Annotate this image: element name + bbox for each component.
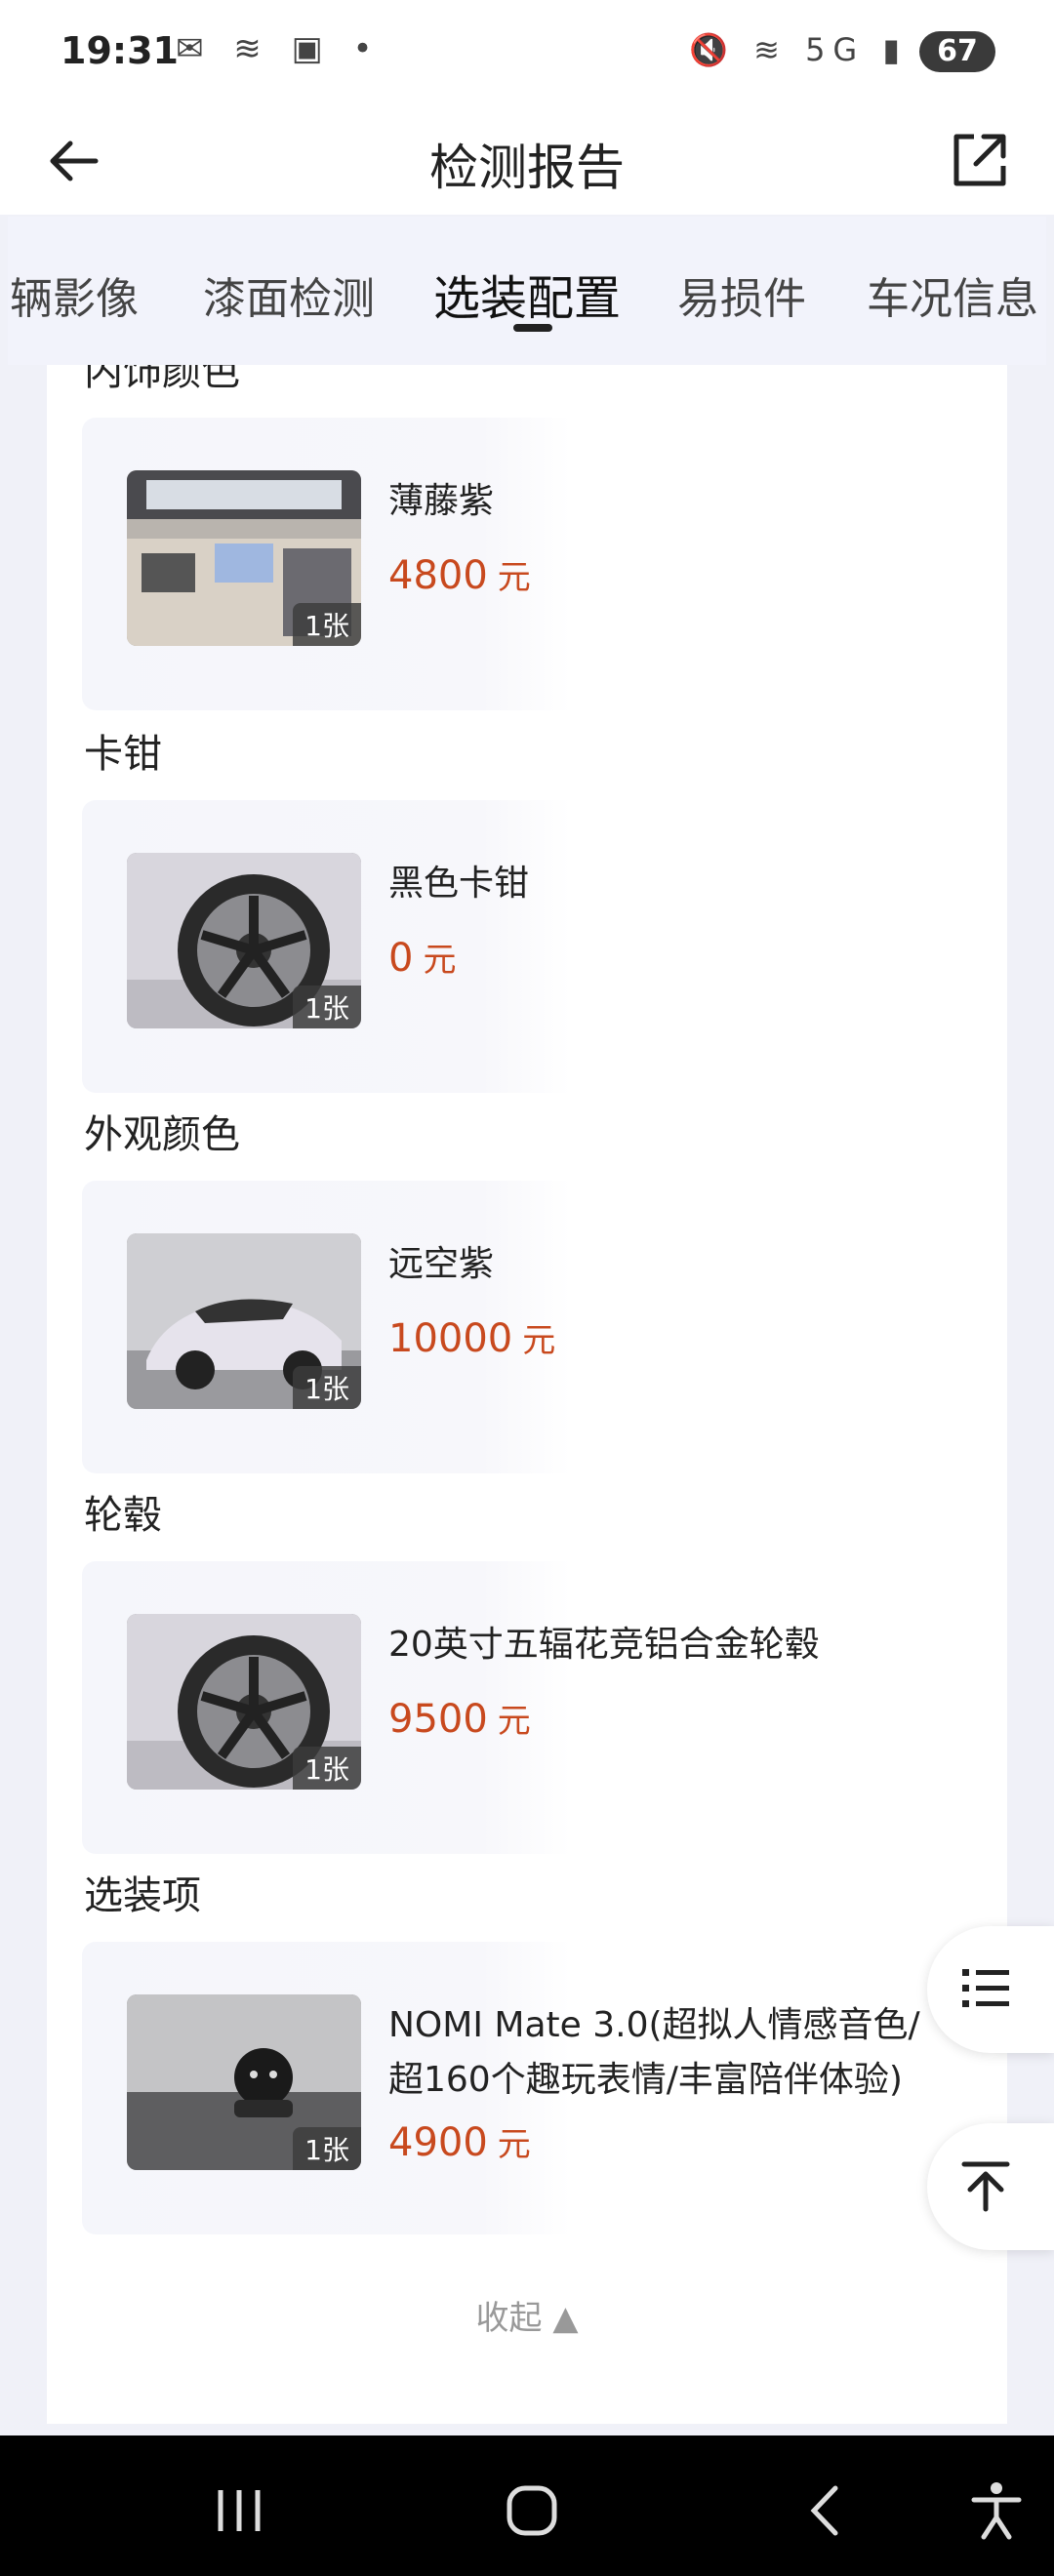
item-photo[interactable]: 1张 — [127, 1994, 361, 2170]
photo-count-badge: 1张 — [293, 1366, 361, 1409]
price-value: 9500 — [388, 1697, 488, 1742]
tab-vehicle-condition[interactable]: 车况信息 — [867, 263, 1038, 326]
price-unit: 元 — [423, 941, 457, 980]
item-price: 4900 元 — [388, 2117, 531, 2165]
section-title-interior-color: 内饰颜色 — [84, 365, 240, 394]
section-title-options: 选装项 — [84, 1873, 201, 1918]
photo-count-badge: 1张 — [293, 1747, 361, 1790]
app-header: 检测报告 — [0, 107, 1054, 215]
config-item-card[interactable]: 1张 薄藤紫 4800 元 — [82, 418, 970, 710]
list-fab[interactable] — [927, 1926, 1054, 2053]
signal-icons: 🔇 ≋ 5G ▮ — [689, 31, 908, 68]
battery-level: 67 — [937, 34, 978, 68]
price-value: 10000 — [388, 1316, 513, 1361]
page-title: 检测报告 — [429, 140, 625, 196]
price-value: 4800 — [388, 553, 488, 598]
item-price: 0元 — [388, 933, 456, 981]
item-photo[interactable]: 1张 — [127, 1233, 361, 1409]
price-unit: 元 — [522, 1321, 556, 1360]
notification-icons: ✉ ≋ ▣ • — [176, 29, 383, 68]
section-title-caliper: 卡钳 — [84, 732, 162, 777]
recent-apps-icon[interactable] — [205, 2476, 273, 2545]
item-name: 薄藤紫 — [388, 481, 495, 521]
active-tab-indicator — [513, 324, 552, 332]
item-name: 远空紫 — [388, 1244, 495, 1284]
item-price: 9500 元 — [388, 1694, 531, 1742]
back-to-top-fab[interactable] — [927, 2123, 1054, 2250]
price-value: 0 — [388, 936, 414, 981]
section-tabs: 辆影像 漆面检测 选装配置 易损件 车况信息 — [8, 217, 1046, 365]
price-value: 4900 — [388, 2120, 488, 2165]
status-bar: 19:31 ✉ ≋ ▣ • 🔇 ≋ 5G ▮ 67 — [0, 0, 1054, 107]
system-nav-bar — [0, 2435, 1054, 2576]
tab-optional-config[interactable]: 选装配置 — [433, 260, 621, 328]
item-name: 20英寸五辐花竞铝合金轮毂 — [388, 1625, 820, 1665]
item-photo[interactable]: 1张 — [127, 1614, 361, 1790]
item-photo[interactable]: 1张 — [127, 470, 361, 646]
config-item-card[interactable]: 1张 远空紫 10000 元 — [82, 1181, 970, 1473]
list-icon — [962, 1969, 1009, 2007]
config-list: 内饰颜色 1张 薄藤紫 4800 元 卡钳 1张 黑色卡钳 0 元 外观颜色 1… — [47, 365, 1007, 2424]
config-item-card[interactable]: 1张 NOMI Mate 3.0(超拟人情感音色/超160个趣玩表情/丰富陪伴体… — [82, 1942, 970, 2234]
home-icon[interactable] — [498, 2476, 566, 2545]
battery-indicator: 67 — [919, 31, 995, 72]
config-item-card[interactable]: 1张 黑色卡钳 0元 — [82, 800, 970, 1093]
accessibility-icon[interactable] — [962, 2476, 1031, 2545]
back-to-top-icon — [961, 2161, 1010, 2212]
section-title-wheels: 轮毂 — [84, 1493, 162, 1538]
photo-count-badge: 1张 — [293, 2127, 361, 2170]
tab-wear-parts[interactable]: 易损件 — [677, 263, 806, 326]
photo-count-badge: 1张 — [293, 603, 361, 646]
photo-count-badge: 1张 — [293, 986, 361, 1028]
item-name: NOMI Mate 3.0(超拟人情感音色/超160个趣玩表情/丰富陪伴体验) — [388, 2005, 920, 2100]
item-photo[interactable]: 1张 — [127, 853, 361, 1028]
network-type: 5G — [805, 31, 866, 68]
price-unit: 元 — [497, 1702, 531, 1741]
share-icon[interactable] — [945, 125, 1015, 195]
collapse-button[interactable]: 收起 ▲ — [47, 2291, 1007, 2339]
config-item-card[interactable]: 1张 20英寸五辐花竞铝合金轮毂 9500 元 — [82, 1561, 970, 1854]
tab-paint-inspection[interactable]: 漆面检测 — [203, 263, 375, 326]
back-nav-icon[interactable] — [792, 2476, 861, 2545]
item-price: 4800 元 — [388, 550, 531, 598]
price-unit: 元 — [497, 558, 531, 597]
status-time: 19:31 — [61, 29, 179, 72]
item-price: 10000 元 — [388, 1313, 555, 1361]
item-name: 黑色卡钳 — [388, 864, 530, 904]
tab-vehicle-images[interactable]: 辆影像 — [10, 263, 139, 326]
price-unit: 元 — [497, 2125, 531, 2164]
section-title-exterior-color: 外观颜色 — [84, 1112, 240, 1157]
